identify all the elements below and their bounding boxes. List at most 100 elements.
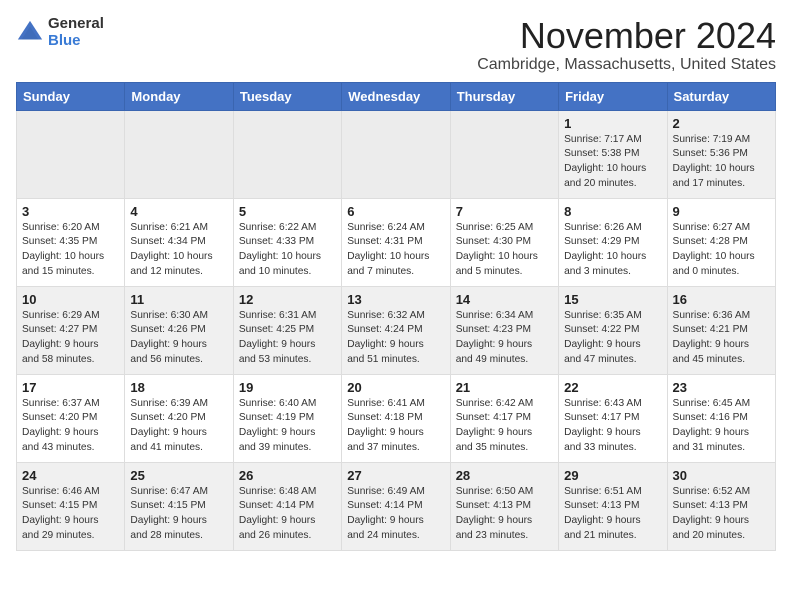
calendar-cell: 13 Sunrise: 6:32 AM Sunset: 4:24 PM Dayli… [342, 286, 450, 374]
calendar-cell: 25 Sunrise: 6:47 AM Sunset: 4:15 PM Dayli… [125, 462, 233, 550]
day-info: Sunrise: 6:25 AM Sunset: 4:30 PM Dayligh… [456, 221, 553, 280]
day-info: Sunrise: 6:37 AM Sunset: 4:20 PM Dayligh… [22, 397, 119, 456]
day-info: Sunrise: 6:51 AM Sunset: 4:13 PM Dayligh… [564, 485, 661, 544]
header-tuesday: Tuesday [233, 82, 341, 110]
calendar-cell: 11Sunrise: 6:30 AM Sunset: 4:26 PM Dayli… [125, 286, 233, 374]
day-info: Sunrise: 6:34 AM Sunset: 4:23 PM Dayligh… [456, 309, 553, 368]
header-saturday: Saturday [667, 82, 775, 110]
header-friday: Friday [559, 82, 667, 110]
calendar-cell [233, 110, 341, 198]
day-number: 25 [130, 468, 227, 483]
day-number: 29 [564, 468, 661, 483]
day-info: Sunrise: 6:31 AM Sunset: 4:25 PM Dayligh… [239, 309, 336, 368]
day-info: Sunrise: 6:36 AM Sunset: 4:21 PM Dayligh… [673, 309, 770, 368]
day-number: 20 [347, 380, 444, 395]
calendar-cell: 20 Sunrise: 6:41 AM Sunset: 4:18 PM Dayli… [342, 374, 450, 462]
header-monday: Monday [125, 82, 233, 110]
calendar-cell: 2 Sunrise: 7:19 AM Sunset: 5:36 PM Daylig… [667, 110, 775, 198]
day-number: 17 [22, 380, 119, 395]
day-number: 18 [130, 380, 227, 395]
calendar-cell: 12 Sunrise: 6:31 AM Sunset: 4:25 PM Dayli… [233, 286, 341, 374]
day-number: 30 [673, 468, 770, 483]
logo-general: General [48, 16, 104, 33]
day-number: 12 [239, 292, 336, 307]
calendar-week-row: 17 Sunrise: 6:37 AM Sunset: 4:20 PM Dayli… [17, 374, 776, 462]
day-number: 16 [673, 292, 770, 307]
calendar-cell: 6 Sunrise: 6:24 AM Sunset: 4:31 PM Daylig… [342, 198, 450, 286]
day-number: 26 [239, 468, 336, 483]
day-number: 1 [564, 116, 661, 131]
calendar-cell: 15Sunrise: 6:35 AM Sunset: 4:22 PM Dayli… [559, 286, 667, 374]
calendar-week-row: 3Sunrise: 6:20 AM Sunset: 4:35 PM Daylig… [17, 198, 776, 286]
day-info: Sunrise: 6:27 AM Sunset: 4:28 PM Dayligh… [673, 221, 770, 280]
day-info: Sunrise: 6:48 AM Sunset: 4:14 PM Dayligh… [239, 485, 336, 544]
header-wednesday: Wednesday [342, 82, 450, 110]
calendar-cell: 4 Sunrise: 6:21 AM Sunset: 4:34 PM Daylig… [125, 198, 233, 286]
day-info: Sunrise: 6:40 AM Sunset: 4:19 PM Dayligh… [239, 397, 336, 456]
calendar-cell: 21Sunrise: 6:42 AM Sunset: 4:17 PM Dayli… [450, 374, 558, 462]
calendar-cell [342, 110, 450, 198]
calendar-cell: 8Sunrise: 6:26 AM Sunset: 4:29 PM Daylig… [559, 198, 667, 286]
calendar-header-row: SundayMondayTuesdayWednesdayThursdayFrid… [17, 82, 776, 110]
calendar-cell [450, 110, 558, 198]
day-number: 22 [564, 380, 661, 395]
logo-blue: Blue [48, 33, 104, 50]
day-info: Sunrise: 6:49 AM Sunset: 4:14 PM Dayligh… [347, 485, 444, 544]
calendar-cell: 19 Sunrise: 6:40 AM Sunset: 4:19 PM Dayli… [233, 374, 341, 462]
calendar-cell: 18 Sunrise: 6:39 AM Sunset: 4:20 PM Dayli… [125, 374, 233, 462]
day-number: 6 [347, 204, 444, 219]
day-number: 14 [456, 292, 553, 307]
calendar-cell: 7Sunrise: 6:25 AM Sunset: 4:30 PM Daylig… [450, 198, 558, 286]
day-number: 21 [456, 380, 553, 395]
day-info: Sunrise: 6:26 AM Sunset: 4:29 PM Dayligh… [564, 221, 661, 280]
logo-icon [16, 19, 44, 47]
calendar-cell: 26 Sunrise: 6:48 AM Sunset: 4:14 PM Dayli… [233, 462, 341, 550]
day-info: Sunrise: 6:32 AM Sunset: 4:24 PM Dayligh… [347, 309, 444, 368]
day-number: 19 [239, 380, 336, 395]
calendar-week-row: 10 Sunrise: 6:29 AM Sunset: 4:27 PM Dayli… [17, 286, 776, 374]
day-number: 27 [347, 468, 444, 483]
day-number: 2 [673, 116, 770, 131]
logo: General Blue [16, 16, 104, 49]
calendar-cell: 10 Sunrise: 6:29 AM Sunset: 4:27 PM Dayli… [17, 286, 125, 374]
calendar-cell: 24 Sunrise: 6:46 AM Sunset: 4:15 PM Dayli… [17, 462, 125, 550]
day-number: 13 [347, 292, 444, 307]
day-info: Sunrise: 6:52 AM Sunset: 4:13 PM Dayligh… [673, 485, 770, 544]
calendar-cell: 22 Sunrise: 6:43 AM Sunset: 4:17 PM Dayli… [559, 374, 667, 462]
month-title: November 2024 [477, 16, 776, 56]
day-number: 23 [673, 380, 770, 395]
day-number: 5 [239, 204, 336, 219]
calendar-cell: 28 Sunrise: 6:50 AM Sunset: 4:13 PM Dayli… [450, 462, 558, 550]
day-number: 9 [673, 204, 770, 219]
day-info: Sunrise: 6:47 AM Sunset: 4:15 PM Dayligh… [130, 485, 227, 544]
day-info: Sunrise: 6:43 AM Sunset: 4:17 PM Dayligh… [564, 397, 661, 456]
location-title: Cambridge, Massachusetts, United States [477, 56, 776, 74]
day-number: 28 [456, 468, 553, 483]
header-sunday: Sunday [17, 82, 125, 110]
title-section: November 2024 Cambridge, Massachusetts, … [477, 16, 776, 74]
calendar-cell [125, 110, 233, 198]
calendar-week-row: 1Sunrise: 7:17 AM Sunset: 5:38 PM Daylig… [17, 110, 776, 198]
calendar-cell: 29 Sunrise: 6:51 AM Sunset: 4:13 PM Dayli… [559, 462, 667, 550]
day-number: 10 [22, 292, 119, 307]
day-number: 15 [564, 292, 661, 307]
day-info: Sunrise: 6:39 AM Sunset: 4:20 PM Dayligh… [130, 397, 227, 456]
day-info: Sunrise: 7:19 AM Sunset: 5:36 PM Dayligh… [673, 133, 770, 192]
day-number: 4 [130, 204, 227, 219]
day-info: Sunrise: 6:21 AM Sunset: 4:34 PM Dayligh… [130, 221, 227, 280]
day-info: Sunrise: 6:50 AM Sunset: 4:13 PM Dayligh… [456, 485, 553, 544]
day-info: Sunrise: 6:29 AM Sunset: 4:27 PM Dayligh… [22, 309, 119, 368]
day-info: Sunrise: 6:22 AM Sunset: 4:33 PM Dayligh… [239, 221, 336, 280]
day-info: Sunrise: 6:30 AM Sunset: 4:26 PM Dayligh… [130, 309, 227, 368]
logo-text: General Blue [48, 16, 104, 49]
calendar-cell: 27 Sunrise: 6:49 AM Sunset: 4:14 PM Dayli… [342, 462, 450, 550]
calendar-week-row: 24 Sunrise: 6:46 AM Sunset: 4:15 PM Dayli… [17, 462, 776, 550]
day-info: Sunrise: 6:45 AM Sunset: 4:16 PM Dayligh… [673, 397, 770, 456]
day-info: Sunrise: 6:41 AM Sunset: 4:18 PM Dayligh… [347, 397, 444, 456]
day-number: 24 [22, 468, 119, 483]
day-number: 3 [22, 204, 119, 219]
page-header: General Blue November 2024 Cambridge, Ma… [16, 16, 776, 74]
calendar-cell: 1Sunrise: 7:17 AM Sunset: 5:38 PM Daylig… [559, 110, 667, 198]
day-info: Sunrise: 6:24 AM Sunset: 4:31 PM Dayligh… [347, 221, 444, 280]
day-info: Sunrise: 6:46 AM Sunset: 4:15 PM Dayligh… [22, 485, 119, 544]
